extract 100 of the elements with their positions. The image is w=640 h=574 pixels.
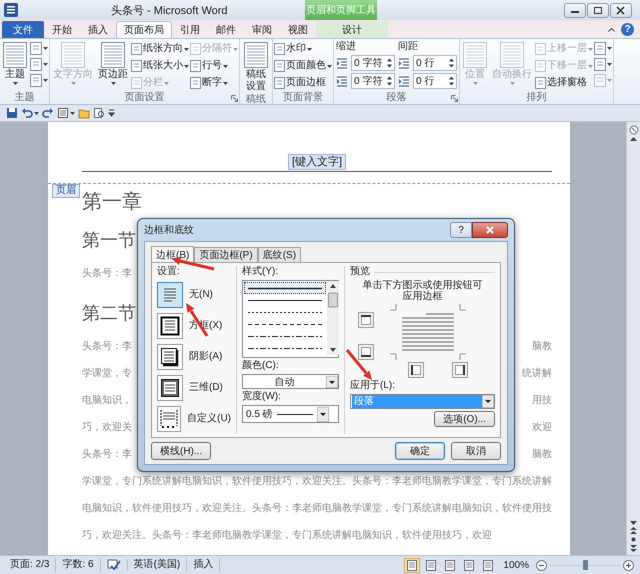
border-button[interactable]	[452, 362, 468, 378]
list-scrollbar[interactable]	[327, 281, 339, 355]
ribbon-button[interactable]: 主题	[1, 41, 29, 86]
spin-field[interactable]: 0 字符	[351, 55, 395, 71]
caret-icon	[607, 79, 612, 82]
horizontal-line-button[interactable]: 横线(H)...	[151, 442, 212, 460]
ribbon-button[interactable]: 水印	[274, 41, 332, 57]
ribbon-button[interactable]	[30, 41, 48, 56]
minimize-button[interactable]	[564, 2, 586, 18]
ribbon-button[interactable]: 断字	[190, 75, 238, 91]
caret-icon	[510, 82, 514, 85]
page-icon	[190, 43, 201, 55]
page-icon	[500, 42, 524, 68]
zoom-out-icon[interactable]	[536, 560, 547, 570]
ribbon-button[interactable]: 选择窗格	[535, 75, 593, 91]
double-up-arrow-icon	[630, 527, 637, 534]
ribbon-button[interactable]	[594, 57, 612, 72]
vertical-scrollbar[interactable]	[626, 122, 640, 555]
help-button[interactable]: ?	[450, 222, 472, 238]
ribbon-tab[interactable]: 引用	[172, 21, 208, 38]
help-button[interactable]: ?	[621, 23, 634, 36]
options-button[interactable]: 选项(O)...	[434, 411, 495, 427]
ribbon-tab[interactable]: 邮件	[208, 21, 244, 38]
caret-icon	[472, 82, 478, 85]
border-setting-option[interactable]	[157, 406, 182, 432]
ribbon-button[interactable]: 行号	[190, 58, 238, 74]
restore-button[interactable]	[587, 2, 609, 18]
ribbon-tab[interactable]: 设计	[316, 21, 388, 38]
ribbon-button[interactable]: 纸张大小	[131, 58, 189, 74]
dialog-launcher-icon[interactable]	[451, 94, 458, 102]
ribbon-button[interactable]: 纸张方向	[131, 41, 189, 57]
body-text: 头条号：李	[82, 266, 132, 281]
dialog-launcher-icon[interactable]	[231, 94, 238, 102]
up-arrow-icon	[630, 137, 637, 141]
undo-button[interactable]	[21, 107, 39, 119]
color-dropdown[interactable]: 自动	[242, 374, 339, 389]
close-button[interactable]	[472, 222, 508, 238]
insert-mode-indicator[interactable]: 插入	[187, 558, 220, 572]
collapse-ribbon-button[interactable]	[608, 27, 615, 32]
header-text-field[interactable]: [键入文字]	[288, 154, 346, 170]
border-setting-option[interactable]	[157, 312, 183, 338]
instruction-text: 单击下方图示或使用按钮可应用边框	[362, 280, 484, 302]
border-button[interactable]	[358, 344, 374, 360]
border-preset-icon	[160, 316, 180, 336]
close-button[interactable]	[610, 2, 632, 18]
dialog-tab[interactable]: 页面边框(P)	[194, 247, 258, 262]
ribbon-button[interactable]	[594, 41, 612, 56]
ribbon-button[interactable]: 页面颜色	[274, 58, 332, 74]
proofing-check-icon[interactable]	[106, 559, 121, 571]
word-count[interactable]: 字数: 6	[56, 558, 101, 572]
ribbon-button[interactable]: 页面边框	[274, 75, 332, 91]
ok-button[interactable]: 确定	[395, 442, 445, 460]
page-icon	[131, 77, 142, 89]
page-icon	[274, 60, 285, 72]
zoom-in-icon[interactable]	[623, 560, 634, 570]
line-style-option[interactable]	[244, 282, 326, 294]
border-button[interactable]	[408, 362, 424, 378]
ribbon-button[interactable]: 页边距	[96, 41, 130, 86]
border-button[interactable]	[358, 312, 374, 328]
dialog-tab[interactable]: 底纹(S)	[258, 247, 302, 262]
ribbon-tab[interactable]: 审阅	[244, 21, 280, 38]
spinner-icon	[449, 57, 454, 69]
ribbon-tab[interactable]: 视图	[280, 21, 316, 38]
language-indicator[interactable]: 英语(美国)	[128, 558, 188, 572]
page-icon	[426, 560, 436, 570]
page-icon	[190, 77, 201, 89]
width-dropdown[interactable]: 0.5 磅	[242, 405, 339, 423]
ribbon-tab[interactable]: 开始	[44, 21, 80, 38]
border-setting-option[interactable]	[157, 344, 183, 370]
page-count[interactable]: 页面: 2/3	[4, 558, 56, 572]
page-layout-button[interactable]	[57, 107, 75, 119]
spinner-icon	[387, 57, 392, 69]
ribbon-tab[interactable]: 文件	[2, 21, 44, 38]
border-setting-option[interactable]	[157, 374, 183, 400]
print-preview-button[interactable]	[93, 107, 105, 119]
restore-icon	[593, 6, 603, 14]
ruler-toggle-icon	[628, 125, 638, 135]
ribbon-tab[interactable]: 页面布局	[116, 21, 172, 38]
ribbon-button[interactable]	[30, 73, 48, 88]
field-label: 应用于(L):	[350, 380, 396, 392]
ribbon-button[interactable]	[30, 57, 48, 72]
spin-field[interactable]: 0 行	[413, 55, 457, 71]
ribbon-tab[interactable]: 插入	[80, 21, 116, 38]
save-button[interactable]	[6, 107, 18, 119]
dropdown-arrow-icon	[482, 395, 494, 408]
page-icon	[535, 77, 546, 89]
caret-icon	[70, 82, 76, 85]
spin-field[interactable]: 0 行	[413, 73, 457, 89]
view-button[interactable]	[404, 558, 420, 572]
ribbon-button[interactable]: 稿纸设置	[241, 41, 271, 94]
redo-button[interactable]	[42, 107, 54, 119]
zoom-level[interactable]: 100%	[499, 560, 533, 570]
customize-toolbar-button[interactable]	[108, 107, 115, 119]
indent-icon	[336, 75, 348, 87]
spin-field[interactable]: 0 字符	[351, 73, 395, 89]
dropdown-arrow-icon	[326, 376, 338, 388]
double-down-arrow-icon	[630, 545, 637, 552]
border-position-icon	[455, 365, 465, 375]
border-preset-icon	[160, 378, 180, 398]
cancel-button[interactable]: 取消	[451, 442, 501, 460]
